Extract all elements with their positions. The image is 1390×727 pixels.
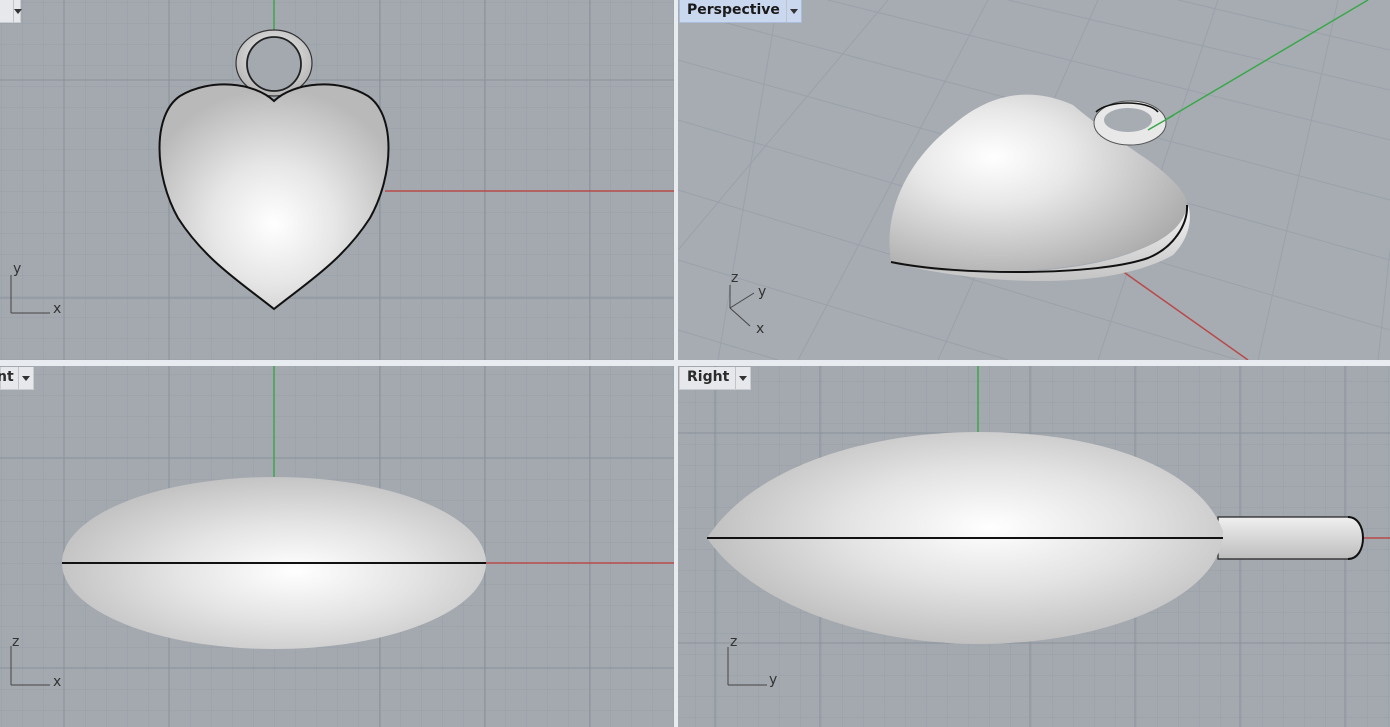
dropdown-arrow-icon[interactable] bbox=[735, 367, 750, 389]
dropdown-arrow-icon[interactable] bbox=[17, 367, 33, 389]
axis-label-y: y bbox=[769, 672, 777, 688]
axis-label-z: z bbox=[731, 270, 738, 286]
axis-label-y: y bbox=[13, 261, 21, 277]
viewport-top-label[interactable] bbox=[0, 0, 22, 23]
axis-label-y: y bbox=[758, 284, 766, 300]
viewport-perspective-label[interactable]: Perspective bbox=[679, 0, 802, 23]
viewport-front-canvas[interactable]: z x bbox=[0, 366, 674, 727]
axis-label-z: z bbox=[730, 634, 737, 650]
viewport-right-canvas[interactable]: z y bbox=[678, 366, 1390, 727]
viewport-top-canvas[interactable]: y x bbox=[0, 0, 674, 360]
bail-side bbox=[1217, 516, 1364, 560]
axis-label-z: z bbox=[12, 634, 19, 650]
viewport-front[interactable]: z x nt bbox=[0, 366, 674, 727]
axis-label-x: x bbox=[53, 674, 61, 690]
viewport-front-label[interactable]: nt bbox=[0, 367, 34, 390]
viewport-top[interactable]: y x bbox=[0, 0, 674, 360]
viewport-perspective[interactable]: z y x Perspective bbox=[678, 0, 1390, 360]
axis-label-x: x bbox=[756, 321, 764, 337]
dropdown-arrow-icon[interactable] bbox=[13, 0, 22, 22]
viewport-perspective-canvas[interactable]: z y x bbox=[678, 0, 1390, 360]
axis-label-x: x bbox=[53, 301, 61, 317]
viewport-right[interactable]: z y Right bbox=[678, 366, 1390, 727]
dropdown-arrow-icon[interactable] bbox=[785, 0, 801, 22]
viewport-right-label[interactable]: Right bbox=[679, 367, 752, 390]
